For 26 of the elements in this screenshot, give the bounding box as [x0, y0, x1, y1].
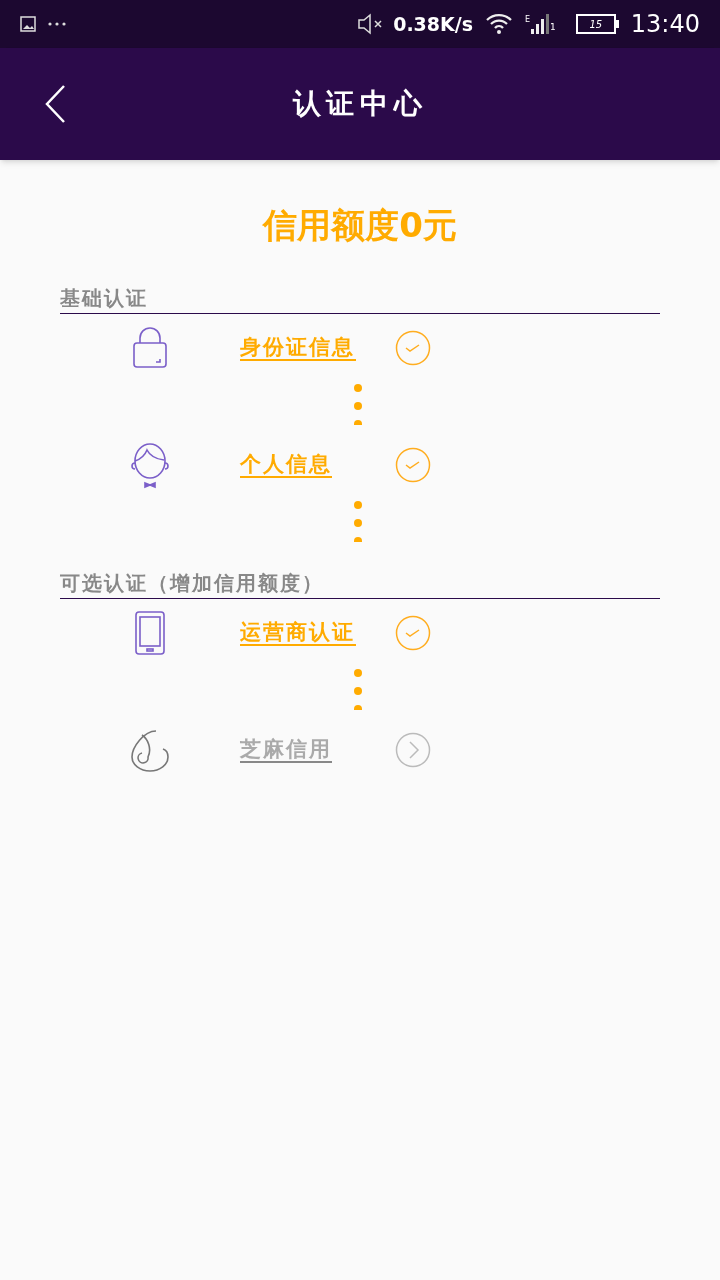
sim-number: 1	[550, 20, 556, 34]
back-icon	[44, 84, 66, 124]
network-type: E	[525, 14, 531, 26]
section-heading: 可选认证（增加信用额度）	[60, 571, 324, 595]
phone-icon	[134, 610, 166, 656]
verification-link[interactable]: 身份证信息	[240, 335, 356, 362]
page-title: 认证中心	[292, 86, 428, 122]
check-circle-icon	[395, 615, 431, 651]
signal-icon	[531, 14, 550, 34]
verification-link[interactable]: 个人信息	[240, 452, 333, 479]
wifi-icon	[485, 13, 514, 35]
more-icon	[48, 22, 66, 26]
check-circle-icon	[395, 330, 431, 366]
battery-icon: 15	[575, 14, 619, 34]
check-circle-icon	[395, 447, 431, 483]
person-icon	[129, 441, 171, 489]
lock-icon	[132, 327, 168, 369]
sesame-icon	[130, 727, 170, 773]
credit-limit: 信用额度0元	[263, 204, 457, 247]
clock: 13:40	[630, 9, 700, 40]
verification-link[interactable]: 运营商认证	[240, 620, 356, 647]
verification-link[interactable]: 芝麻信用	[240, 737, 333, 764]
section-heading: 基础认证	[60, 286, 148, 310]
chevron-circle-icon	[395, 732, 431, 768]
network-speed: 0.38K/s	[393, 11, 474, 37]
image-icon	[20, 16, 36, 32]
